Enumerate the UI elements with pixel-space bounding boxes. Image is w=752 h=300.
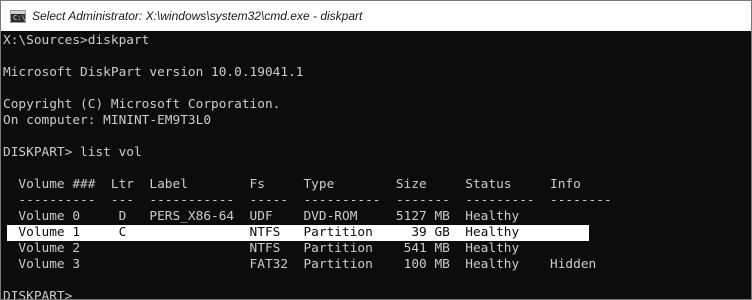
console-line: Volume 2 NTFS Partition 541 MB Healthy xyxy=(3,241,520,256)
console-line-selected: Volume 1 C NTFS Partition 39 GB Healthy xyxy=(3,225,520,240)
console-output[interactable]: X:\Sources>diskpart Microsoft DiskPart ve… xyxy=(3,32,751,299)
console-line: Volume 3 FAT32 Partition 100 MB Healthy … xyxy=(3,257,597,272)
console-line: Volume ### Ltr Label Fs Type Size Status… xyxy=(3,177,581,192)
console-line: Copyright (C) Microsoft Corporation. xyxy=(3,97,281,112)
console-line: X:\Sources>diskpart xyxy=(3,33,150,48)
console-line: Volume 0 D PERS_X86-64 UDF DVD-ROM 5127 … xyxy=(3,209,520,224)
console-line: DISKPART> list vol xyxy=(3,145,142,160)
console-line: Microsoft DiskPart version 10.0.19041.1 xyxy=(3,65,304,80)
console-icon-prompt: C:\ xyxy=(13,13,26,22)
window-title: Select Administrator: X:\windows\system3… xyxy=(32,9,363,23)
console-line: ---------- --- ----------- ----- -------… xyxy=(3,193,612,208)
title-bar[interactable]: C:\ Select Administrator: X:\windows\sys… xyxy=(1,1,751,31)
console-line: DISKPART> xyxy=(3,289,88,299)
console-line: On computer: MININT-EM9T3L0 xyxy=(3,113,212,128)
cmd-console-icon[interactable]: C:\ xyxy=(10,9,26,23)
cmd-window: C:\ Select Administrator: X:\windows\sys… xyxy=(0,0,752,300)
